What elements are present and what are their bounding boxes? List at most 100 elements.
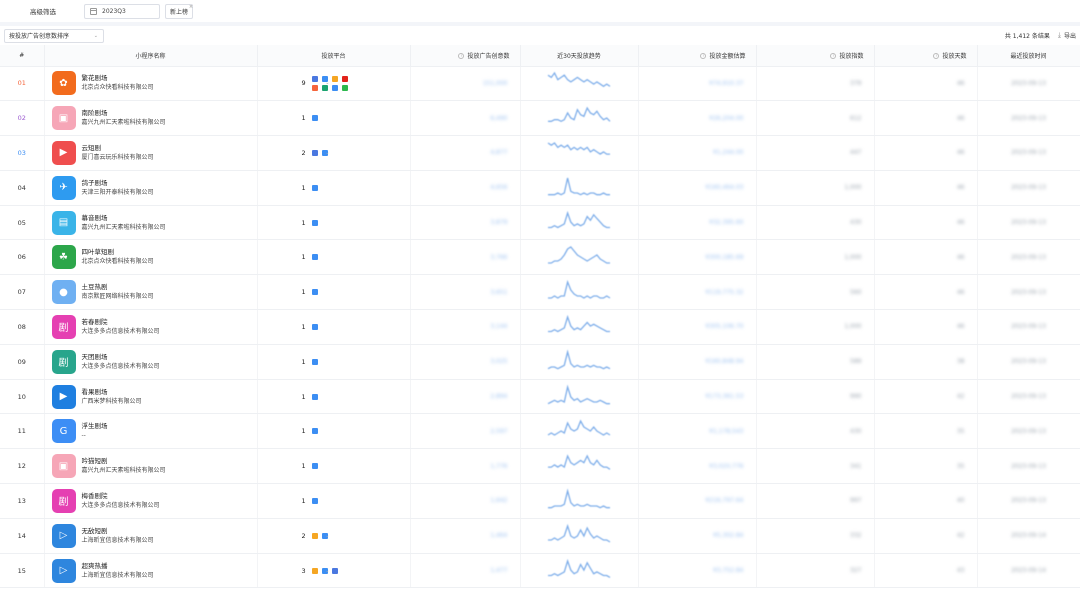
app-cell[interactable]: ▷ 无敌短剧 上海昕宜信息技术有限公司 [44,518,258,554]
app-name[interactable]: 南阶剧场 [82,109,166,118]
creatives-value: 3,766 [490,253,508,261]
app-logo-icon[interactable]: ▷ [51,558,76,583]
app-logo-icon[interactable]: 剧 [51,349,76,374]
app-cell[interactable]: ✈ 鸽子剧场 天津三阳开泰科技有限公司 [44,170,258,206]
table-row[interactable]: 14 ▷ 无敌短剧 上海昕宜信息技术有限公司 2 ⌄ 1,464 ¥5,302.84 332 42… [0,518,1080,554]
sort-select[interactable]: 按投放广告创意数排序 ⌄ [4,28,104,43]
app-cell[interactable]: ● 土豆热剧 南京默匠网络科技有限公司 [44,274,258,311]
app-name[interactable]: 浮生剧场 [82,422,108,431]
col-days[interactable]: ? 投放天数 [874,45,978,67]
app-logo-icon[interactable]: ▤ [51,210,76,235]
chevron-down-icon[interactable]: ⌄ [325,533,329,539]
app-info[interactable]: ▣ 吟猫短剧 嘉兴九州汇天素啦科技有限公司 [45,454,257,479]
app-logo-icon[interactable]: G [51,419,76,444]
app-cell[interactable]: ▶ 看果剧场 广西米梦科技有限公司 [44,379,258,415]
app-name[interactable]: 繁花剧场 [82,74,154,83]
app-name[interactable]: 无敌短剧 [82,527,154,536]
app-info[interactable]: ▣ 南阶剧场 嘉兴九州汇天素啦科技有限公司 [45,106,257,131]
table-row[interactable]: 03 ▶ 云短剧 厦门喜云玩乐科技有限公司 2 ⌄ 4,877 ¥1,244.00 447 46 2… [0,135,1080,171]
table-row[interactable]: 06 ☘ 四叶草短剧 北京点众快看科技有限公司 1 3,766 ¥300,185.69 1,0… [0,239,1080,276]
app-info[interactable]: ▷ 超爽热播 上海昕宜信息技术有限公司 [45,558,257,583]
app-info[interactable]: 剧若春剧院 大连多多点信息技术有限公司 [45,314,257,339]
col-heat[interactable]: ? 投放指数 [756,45,875,67]
app-name[interactable]: 云短剧 [82,144,154,153]
app-info[interactable]: ✿ 繁花剧场 北京点众快看科技有限公司 [45,71,257,96]
app-name[interactable]: 看果剧场 [82,388,142,397]
platform-cell: 1 [257,448,411,485]
spend-cell: ¥160,848.94 [638,344,757,380]
app-info[interactable]: ✈ 鸽子剧场 天津三阳开泰科技有限公司 [45,175,257,200]
app-info[interactable]: ☘ 四叶草短剧 北京点众快看科技有限公司 [45,245,257,270]
last-time-value: 2023-09-13 [1011,393,1046,401]
app-logo-icon[interactable]: ▷ [51,523,76,548]
table-row[interactable]: 10 ▶ 看果剧场 广西米梦科技有限公司 1 2,894 ¥173,361.53 990 42 2… [0,379,1080,415]
app-cell[interactable]: G 浮生剧场 -- [44,413,258,450]
table-row[interactable]: 11 G 浮生剧场 -- 1 2,597 ¥1,178,543 430 35 2023-09-13 [0,413,1080,450]
chevron-down-icon[interactable]: ⌄ [325,568,329,574]
app-info[interactable]: ● 土豆热剧 南京默匠网络科技有限公司 [45,280,257,305]
app-info[interactable]: 剧天团剧场 大连多多点信息技术有限公司 [45,349,257,374]
new-on-list-tag[interactable]: 新上榜 × [165,3,194,19]
app-cell[interactable]: ▣ 吟猫短剧 嘉兴九州汇天素啦科技有限公司 [44,448,258,485]
app-logo-icon[interactable]: ✿ [51,71,76,96]
app-name[interactable]: 幕音剧场 [82,214,166,223]
app-cell[interactable]: ▶ 云短剧 厦门喜云玩乐科技有限公司 [44,135,258,171]
trend-line [547,384,610,404]
close-icon[interactable]: × [189,4,193,10]
chevron-down-icon[interactable]: ⌄ [325,150,329,156]
heat-cell: 430 [756,413,875,450]
app-info[interactable]: ▶ 云短剧 厦门喜云玩乐科技有限公司 [45,140,257,165]
app-cell[interactable]: ☘ 四叶草短剧 北京点众快看科技有限公司 [44,239,258,276]
app-cell[interactable]: ▤ 幕音剧场 嘉兴九州汇天素啦科技有限公司 [44,205,258,241]
last-time-value: 2023-09-13 [1011,427,1046,435]
app-logo-icon[interactable]: ▶ [51,384,76,409]
app-name[interactable]: 土豆热剧 [82,283,154,292]
table-row[interactable]: 08 剧若春剧院 大连多多点信息技术有限公司 1 3,144 ¥305,106.70 1,0… [0,309,1080,345]
app-name[interactable]: 吟猫短剧 [82,457,166,466]
app-logo-icon[interactable]: 剧 [51,488,76,513]
app-cell[interactable]: ▷ 超爽热播 上海昕宜信息技术有限公司 [44,553,258,589]
app-logo-icon[interactable]: 剧 [51,314,76,339]
table-row[interactable]: 07 ● 土豆热剧 南京默匠网络科技有限公司 1 3,651 ¥119,775.32 560 4… [0,274,1080,311]
table-row[interactable]: 13 剧梅香剧院 大连多多点信息技术有限公司 1 1,642 ¥216,797.64 997… [0,483,1080,519]
export-button[interactable]: ⤓ 导出 [1058,31,1076,40]
app-cell[interactable]: 剧天团剧场 大连多多点信息技术有限公司 [44,344,258,380]
table-row[interactable]: 02 ▣ 南阶剧场 嘉兴九州汇天素啦科技有限公司 1 6,490 ¥26,204.00 612… [0,100,1080,137]
app-info[interactable]: ▷ 无敌短剧 上海昕宜信息技术有限公司 [45,523,257,548]
platform-icons [311,497,348,504]
table-row[interactable]: 12 ▣ 吟猫短剧 嘉兴九州汇天素啦科技有限公司 1 1,776 ¥3,020,776 341… [0,448,1080,485]
app-cell[interactable]: 剧若春剧院 大连多多点信息技术有限公司 [44,309,258,345]
app-cell[interactable]: ▣ 南阶剧场 嘉兴九州汇天素啦科技有限公司 [44,100,258,137]
app-cell[interactable]: ✿ 繁花剧场 北京点众快看科技有限公司 [44,66,258,102]
col-trend: 近30天投放趋势 [520,45,639,67]
app-name[interactable]: 超爽热播 [82,562,154,571]
table-row[interactable]: 04 ✈ 鸽子剧场 天津三阳开泰科技有限公司 1 4,656 ¥160,464.03 1,00… [0,170,1080,206]
app-logo-icon[interactable]: ▣ [51,106,76,131]
app-logo-icon[interactable]: ▣ [51,454,76,479]
quarter-date-picker[interactable]: 2023Q3 [84,3,160,19]
app-name[interactable]: 天团剧场 [82,353,160,362]
app-logo-icon[interactable]: ▶ [51,140,76,165]
advanced-filter-label[interactable]: 高级筛选 [8,6,78,16]
app-name[interactable]: 四叶草短剧 [82,248,154,257]
days-value: 46 [956,79,965,87]
app-logo-icon[interactable]: ✈ [51,175,76,200]
app-info[interactable]: ▤ 幕音剧场 嘉兴九州汇天素啦科技有限公司 [45,210,257,235]
app-info[interactable]: G 浮生剧场 -- [45,419,257,444]
app-name[interactable]: 鸽子剧场 [82,179,154,188]
creatives-cell: 3,651 [410,274,521,311]
app-info[interactable]: ▶ 看果剧场 广西米梦科技有限公司 [45,384,257,409]
app-logo-icon[interactable]: ● [51,280,76,305]
chevron-down-icon[interactable]: ⌄ [325,80,329,86]
col-creatives[interactable]: ? 投放广告创意数 [410,45,521,67]
col-spend[interactable]: ? 投放金额估算 [638,45,757,67]
table-row[interactable]: 01 ✿ 繁花剧场 北京点众快看科技有限公司 9 ⌄ 151,000 ¥74,910.37 37… [0,66,1080,102]
app-logo-icon[interactable]: ☘ [51,245,76,270]
table-row[interactable]: 09 剧天团剧场 大连多多点信息技术有限公司 1 3,025 ¥160,848.94 589… [0,344,1080,380]
table-row[interactable]: 15 ▷ 超爽热播 上海昕宜信息技术有限公司 3 ⌄ 1,477 ¥3,752.84 327 43… [0,553,1080,589]
table-row[interactable]: 05 ▤ 幕音剧场 嘉兴九州汇天素啦科技有限公司 1 3,879 ¥32,395.60 430… [0,205,1080,241]
app-info[interactable]: 剧梅香剧院 大连多多点信息技术有限公司 [45,488,257,513]
app-cell[interactable]: 剧梅香剧院 大连多多点信息技术有限公司 [44,483,258,519]
app-name[interactable]: 梅香剧院 [82,492,160,501]
app-name[interactable]: 若春剧院 [82,318,160,327]
